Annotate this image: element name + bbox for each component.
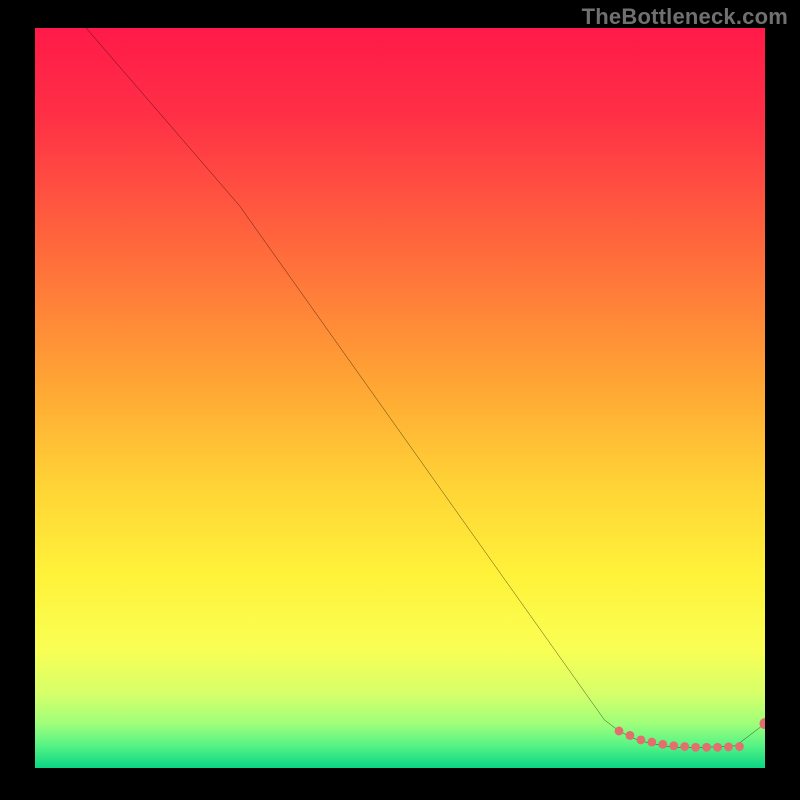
- marker-dot: [724, 742, 733, 751]
- marker-dot: [669, 741, 678, 750]
- marker-dot: [691, 743, 700, 752]
- gradient-background: [35, 28, 765, 768]
- attribution-label: TheBottleneck.com: [582, 4, 788, 30]
- marker-dot: [615, 727, 624, 736]
- plot-svg: [35, 28, 765, 768]
- marker-dot: [658, 740, 667, 749]
- marker-dot: [735, 742, 744, 751]
- marker-dot: [713, 743, 722, 752]
- marker-dot: [647, 738, 656, 747]
- gradient-plot: [35, 28, 765, 768]
- marker-dot: [680, 742, 689, 751]
- chart-frame: TheBottleneck.com: [0, 0, 800, 800]
- marker-dot: [637, 735, 646, 744]
- marker-dot: [702, 743, 711, 752]
- marker-dot: [626, 731, 635, 740]
